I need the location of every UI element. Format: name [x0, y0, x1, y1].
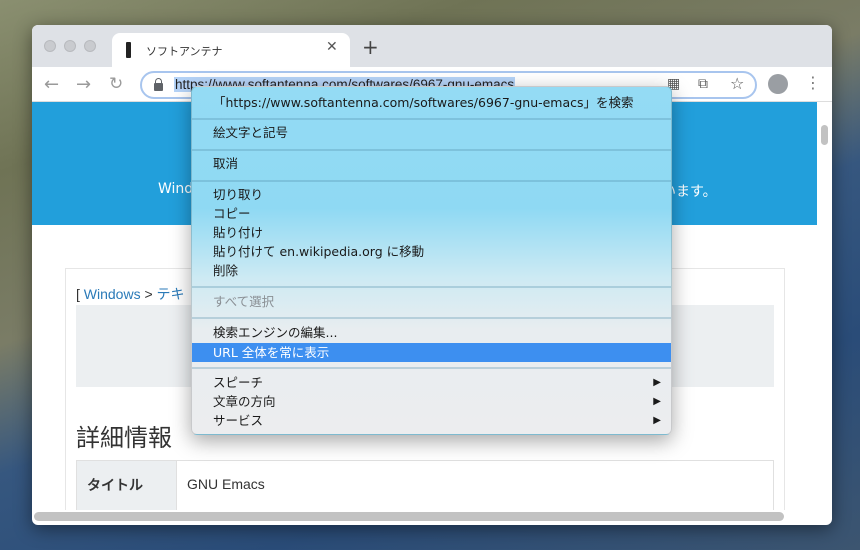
menu-item-select-all: すべて選択	[213, 294, 275, 309]
back-icon[interactable]: ←	[44, 74, 59, 95]
new-tab-button[interactable]: +	[362, 37, 379, 57]
tab-title: ソフトアンテナ	[146, 45, 223, 58]
menu-item-emoji[interactable]: 絵文字と記号	[192, 123, 671, 142]
favicon-icon	[126, 42, 131, 58]
menu-item-edit-search-engines[interactable]: 検索エンジンの編集...	[192, 323, 671, 342]
services-label: サービス	[213, 413, 264, 428]
submenu-arrow-icon: ▶	[653, 415, 661, 426]
menu-separator	[192, 149, 671, 151]
banner-text: Wind	[158, 181, 194, 197]
bookmark-star-icon[interactable]: ☆	[730, 74, 744, 93]
menu-item-services[interactable]: サービス ▶	[192, 411, 671, 430]
breadcrumb-windows-link[interactable]: Windows	[84, 286, 141, 302]
horizontal-scrollbar[interactable]	[34, 512, 784, 521]
menu-item-copy[interactable]: コピー	[192, 204, 671, 223]
menu-separator	[192, 367, 671, 369]
menu-separator	[192, 118, 671, 120]
breadcrumb: [ Windows > テキ	[76, 284, 185, 304]
menu-item-paste-and-go[interactable]: 貼り付けて en.wikipedia.org に移動	[192, 242, 671, 261]
menu-item-paste[interactable]: 貼り付け	[192, 223, 671, 242]
menu-separator	[192, 180, 671, 182]
menu-item-cut[interactable]: 切り取り	[192, 185, 671, 204]
breadcrumb-bracket: [	[76, 286, 84, 302]
table-header-title: タイトル	[77, 461, 177, 510]
table-value-title: GNU Emacs	[187, 476, 265, 492]
details-table: タイトル GNU Emacs	[76, 460, 774, 510]
translate-icon[interactable]: ⧉	[698, 76, 708, 92]
tab-bar: ソフトアンテナ ✕ +	[32, 25, 832, 67]
menu-item-text-direction[interactable]: 文章の方向 ▶	[192, 392, 671, 411]
breadcrumb-text-link[interactable]: テキ	[157, 286, 185, 302]
forward-icon[interactable]: →	[76, 74, 91, 95]
menu-item-search[interactable]: 「https://www.softantenna.com/softwares/6…	[192, 93, 671, 112]
close-window-button[interactable]	[44, 40, 56, 52]
lock-icon	[154, 78, 163, 91]
submenu-arrow-icon: ▶	[653, 396, 661, 407]
breadcrumb-separator: >	[140, 286, 157, 302]
menu-separator	[192, 286, 671, 288]
context-menu: 「https://www.softantenna.com/softwares/6…	[191, 86, 672, 435]
vertical-scrollbar[interactable]	[821, 125, 828, 145]
section-heading: 詳細情報	[76, 424, 172, 452]
menu-item-delete[interactable]: 削除	[192, 261, 671, 280]
close-tab-icon[interactable]: ✕	[326, 39, 338, 55]
menu-item-undo[interactable]: 取消	[192, 154, 671, 173]
direction-label: 文章の方向	[213, 394, 276, 409]
tab-softantenna[interactable]: ソフトアンテナ ✕	[112, 33, 350, 67]
menu-separator	[192, 317, 671, 319]
menu-kebab-icon[interactable]: ⋮	[805, 73, 821, 92]
reload-icon[interactable]: ↻	[109, 74, 123, 94]
menu-item-speech[interactable]: スピーチ ▶	[192, 373, 671, 392]
submenu-arrow-icon: ▶	[653, 377, 661, 388]
speech-label: スピーチ	[213, 375, 264, 390]
menu-item-show-full-url[interactable]: URL 全体を常に表示	[192, 343, 671, 362]
profile-avatar-icon[interactable]	[768, 74, 788, 94]
minimize-window-button[interactable]	[64, 40, 76, 52]
zoom-window-button[interactable]	[84, 40, 96, 52]
